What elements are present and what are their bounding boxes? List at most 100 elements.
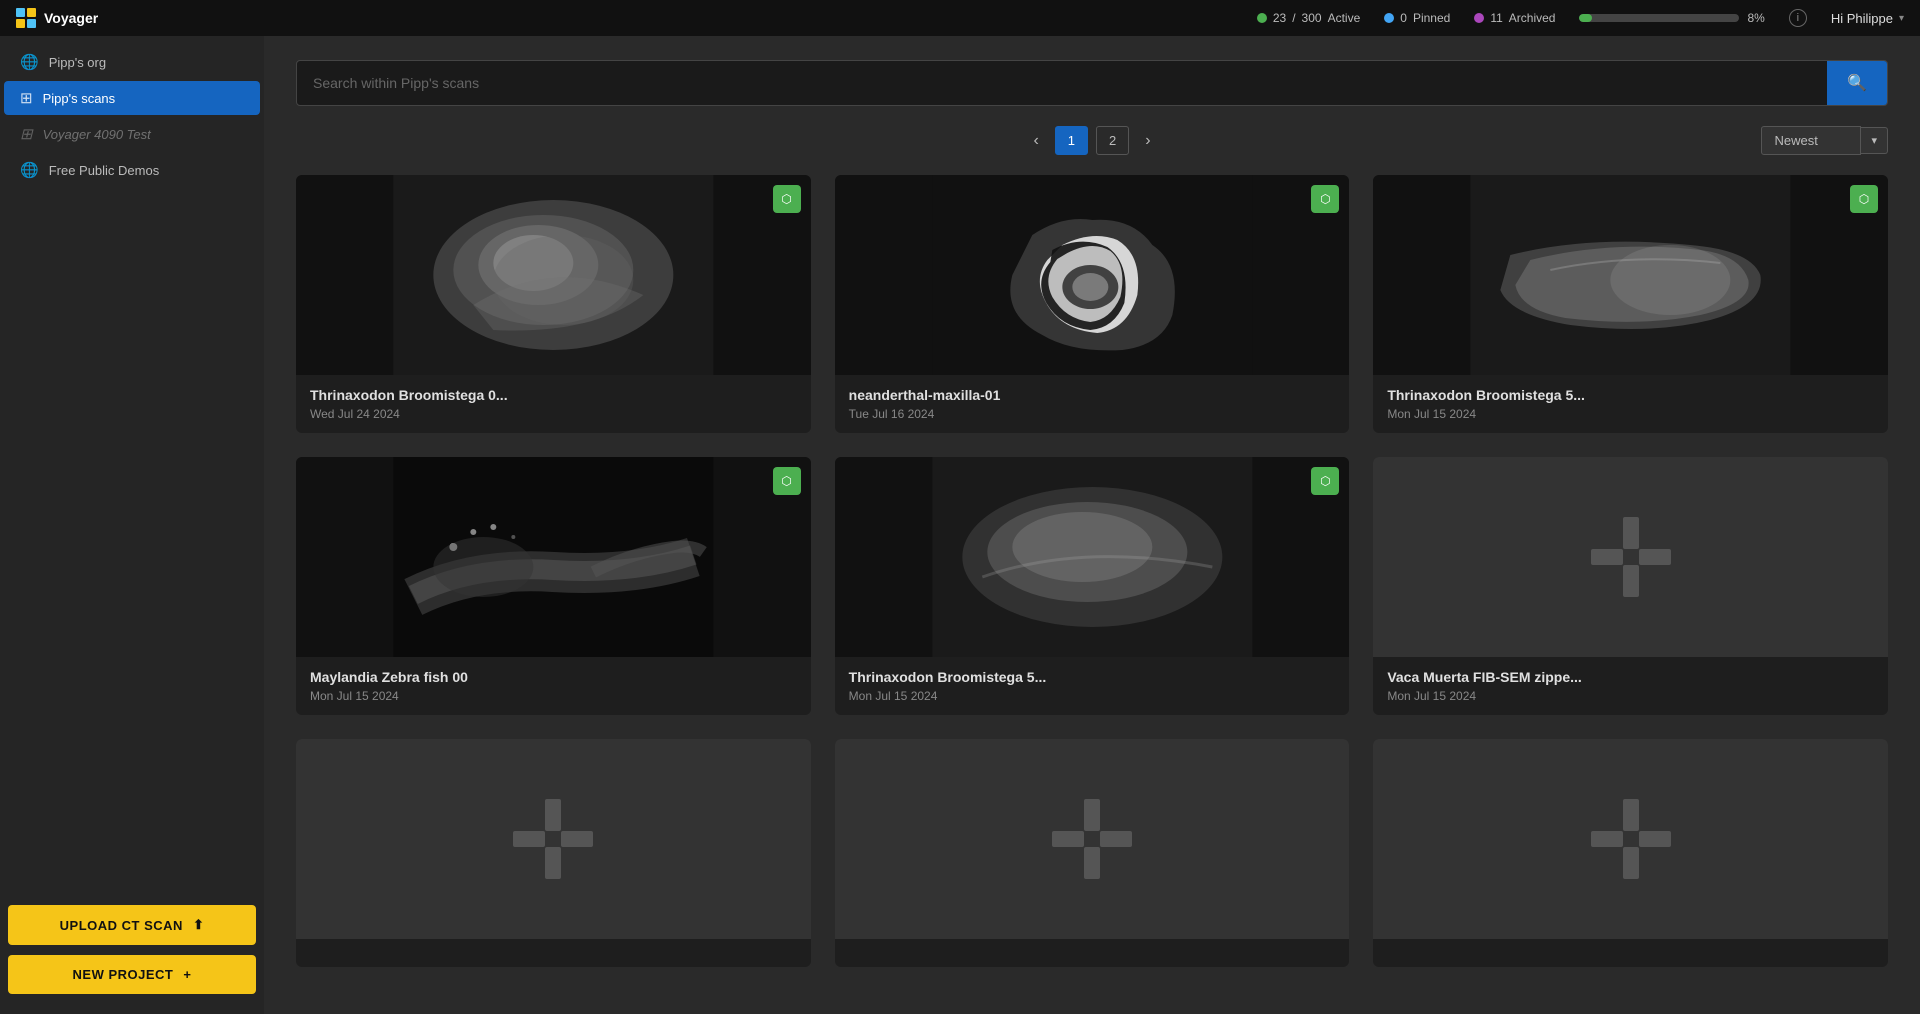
scan-info: Thrinaxodon Broomistega 5... Mon Jul 15 … bbox=[1373, 375, 1888, 433]
scan-title: neanderthal-maxilla-01 bbox=[849, 387, 1336, 403]
grid-icon: ⊞ bbox=[20, 89, 33, 107]
content-area: 🔍 ‹ 1 2 › Newest Oldest Name A-Z Name Z-… bbox=[264, 36, 1920, 1014]
active-total: 300 bbox=[1302, 11, 1322, 25]
scan-card-8[interactable] bbox=[835, 739, 1350, 967]
placeholder-icon bbox=[1591, 799, 1671, 879]
chevron-down-icon: ▾ bbox=[1899, 13, 1904, 24]
search-input[interactable] bbox=[297, 63, 1827, 103]
app-logo[interactable]: Voyager bbox=[16, 8, 98, 28]
active-stat: 23 / 300 Active bbox=[1257, 11, 1360, 25]
upload-label: UPLOAD CT SCAN bbox=[60, 918, 183, 933]
ct-visual bbox=[835, 457, 1350, 657]
sidebar-item-scans[interactable]: ⊞ Pipp's scans bbox=[4, 81, 260, 115]
placeholder-icon bbox=[1052, 799, 1132, 879]
logo-icon bbox=[16, 8, 36, 28]
ct-visual bbox=[835, 175, 1350, 375]
scan-card-5[interactable]: ⬡ Thrinaxodon Broomistega 5... Mon Jul 1… bbox=[835, 457, 1350, 715]
scan-info bbox=[296, 939, 811, 967]
storage-progress: 8% bbox=[1579, 11, 1764, 25]
pinned-dot bbox=[1384, 13, 1394, 23]
scan-thumbnail bbox=[296, 739, 811, 939]
scan-card-4[interactable]: ⬡ Maylandia Zebra fish 00 Mon Jul 15 202… bbox=[296, 457, 811, 715]
archived-stat: 11 Archived bbox=[1474, 11, 1555, 25]
scan-placeholder bbox=[835, 739, 1350, 939]
scan-thumbnail: ⬡ bbox=[296, 457, 811, 657]
pinned-count: 0 bbox=[1400, 11, 1407, 25]
scan-title: Thrinaxodon Broomistega 0... bbox=[310, 387, 797, 403]
scan-card-9[interactable] bbox=[1373, 739, 1888, 967]
active-separator: / bbox=[1292, 11, 1295, 25]
sidebar-item-voyager-label: Voyager 4090 Test bbox=[43, 127, 151, 142]
scan-info: Thrinaxodon Broomistega 5... Mon Jul 15 … bbox=[835, 657, 1350, 715]
progress-label: 8% bbox=[1747, 11, 1764, 25]
scan-title: Maylandia Zebra fish 00 bbox=[310, 669, 797, 685]
scan-date: Wed Jul 24 2024 bbox=[310, 407, 797, 421]
pagination-row: ‹ 1 2 › Newest Oldest Name A-Z Name Z-A … bbox=[296, 126, 1888, 155]
new-project-button[interactable]: NEW PROJECT + bbox=[8, 955, 256, 994]
scan-info: Thrinaxodon Broomistega 0... Wed Jul 24 … bbox=[296, 375, 811, 433]
ct-visual bbox=[296, 175, 811, 375]
scan-thumbnail bbox=[835, 739, 1350, 939]
new-project-label: NEW PROJECT bbox=[73, 967, 174, 982]
sidebar-item-demos-label: Free Public Demos bbox=[49, 163, 160, 178]
scan-card-7[interactable] bbox=[296, 739, 811, 967]
scan-info bbox=[1373, 939, 1888, 967]
upload-icon: ⬆ bbox=[193, 917, 204, 933]
scan-date: Tue Jul 16 2024 bbox=[849, 407, 1336, 421]
info-icon[interactable]: i bbox=[1789, 9, 1807, 27]
scan-date: Mon Jul 15 2024 bbox=[310, 689, 797, 703]
scan-placeholder bbox=[1373, 457, 1888, 657]
search-button[interactable]: 🔍 bbox=[1827, 61, 1887, 105]
scan-date: Mon Jul 15 2024 bbox=[1387, 407, 1874, 421]
3d-badge: ⬡ bbox=[1311, 467, 1339, 495]
scan-title: Vaca Muerta FIB-SEM zippe... bbox=[1387, 669, 1874, 685]
3d-badge: ⬡ bbox=[1850, 185, 1878, 213]
placeholder-icon bbox=[513, 799, 593, 879]
scan-card-2[interactable]: ⬡ neanderthal-maxilla-01 Tue Jul 16 2024 bbox=[835, 175, 1350, 433]
app-name: Voyager bbox=[44, 10, 98, 26]
pinned-label: Pinned bbox=[1413, 11, 1450, 25]
next-page-button[interactable]: › bbox=[1137, 128, 1158, 154]
scan-card-3[interactable]: ⬡ Thrinaxodon Broomistega 5... Mon Jul 1… bbox=[1373, 175, 1888, 433]
scan-date: Mon Jul 15 2024 bbox=[1387, 689, 1874, 703]
sidebar-item-voyager[interactable]: ⊞ Voyager 4090 Test bbox=[4, 117, 260, 151]
scan-date: Mon Jul 15 2024 bbox=[849, 689, 1336, 703]
sidebar-item-org-label: Pipp's org bbox=[49, 55, 106, 70]
sort-chevron-icon[interactable]: ▾ bbox=[1861, 127, 1888, 154]
active-label: Active bbox=[1328, 11, 1361, 25]
sidebar-item-demos[interactable]: 🌐 Free Public Demos bbox=[4, 153, 260, 187]
sort-dropdown: Newest Oldest Name A-Z Name Z-A ▾ bbox=[1761, 126, 1888, 155]
placeholder-icon bbox=[1591, 517, 1671, 597]
progress-bar-fill bbox=[1579, 14, 1592, 22]
user-greeting: Hi Philippe bbox=[1831, 11, 1893, 26]
page-1-button[interactable]: 1 bbox=[1055, 126, 1088, 155]
scan-placeholder bbox=[296, 739, 811, 939]
scan-info: Maylandia Zebra fish 00 Mon Jul 15 2024 bbox=[296, 657, 811, 715]
upload-ct-scan-button[interactable]: UPLOAD CT SCAN ⬆ bbox=[8, 905, 256, 945]
topbar-stats: 23 / 300 Active 0 Pinned 11 Archived 8% … bbox=[1257, 9, 1904, 27]
scan-info: neanderthal-maxilla-01 Tue Jul 16 2024 bbox=[835, 375, 1350, 433]
prev-page-button[interactable]: ‹ bbox=[1025, 128, 1046, 154]
main-layout: 🌐 Pipp's org ⊞ Pipp's scans ⊞ Voyager 40… bbox=[0, 36, 1920, 1014]
scan-thumbnail: ⬡ bbox=[1373, 175, 1888, 375]
scan-card-1[interactable]: ⬡ Thrinaxodon Broomistega 0... Wed Jul 2… bbox=[296, 175, 811, 433]
progress-bar-bg bbox=[1579, 14, 1739, 22]
archived-dot bbox=[1474, 13, 1484, 23]
scan-thumbnail: ⬡ bbox=[835, 457, 1350, 657]
scan-title: Thrinaxodon Broomistega 5... bbox=[849, 669, 1336, 685]
3d-badge: ⬡ bbox=[1311, 185, 1339, 213]
user-menu[interactable]: Hi Philippe ▾ bbox=[1831, 11, 1904, 26]
active-count: 23 bbox=[1273, 11, 1286, 25]
active-dot bbox=[1257, 13, 1267, 23]
sidebar-item-org[interactable]: 🌐 Pipp's org bbox=[4, 45, 260, 79]
page-2-button[interactable]: 2 bbox=[1096, 126, 1129, 155]
scan-thumbnail: ⬡ bbox=[296, 175, 811, 375]
sort-select[interactable]: Newest Oldest Name A-Z Name Z-A bbox=[1761, 126, 1861, 155]
scan-thumbnail bbox=[1373, 739, 1888, 939]
search-icon: 🔍 bbox=[1847, 73, 1867, 93]
scan-card-6[interactable]: Vaca Muerta FIB-SEM zippe... Mon Jul 15 … bbox=[1373, 457, 1888, 715]
globe2-icon: 🌐 bbox=[20, 161, 39, 179]
sidebar-bottom: UPLOAD CT SCAN ⬆ NEW PROJECT + bbox=[0, 893, 264, 1006]
scan-thumbnail: ⬡ bbox=[835, 175, 1350, 375]
globe-icon: 🌐 bbox=[20, 53, 39, 71]
